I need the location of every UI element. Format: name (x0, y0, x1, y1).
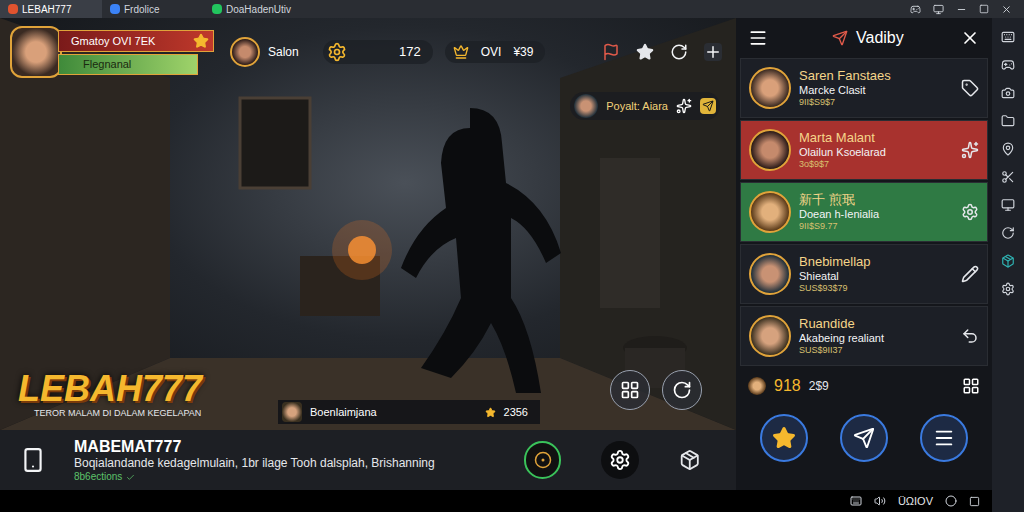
player-card[interactable]: Gmatoy OVI 7EKFlegnanal (10, 26, 214, 78)
volume-icon[interactable] (874, 495, 886, 507)
camera-icon[interactable] (1001, 86, 1015, 100)
door-icon[interactable] (20, 447, 46, 473)
favorite-icon[interactable] (636, 43, 654, 61)
item-action-icon[interactable] (961, 79, 979, 97)
add-icon[interactable] (704, 43, 722, 61)
rotate-icon (672, 380, 692, 400)
crown-counter: OVI¥39 (445, 41, 546, 63)
tab-icon (8, 4, 18, 14)
emulator-sidebar (992, 18, 1024, 512)
alley-scene-icon (0, 18, 736, 430)
item-avatar (749, 191, 791, 233)
coin-counter: 172 (323, 40, 433, 64)
check-icon (126, 473, 135, 482)
panel-item[interactable]: Marta MalantOlailun Ksoelarad3o$9$7 (740, 120, 988, 180)
refresh-icon[interactable] (670, 43, 688, 61)
tab-icon (212, 4, 222, 14)
send-button[interactable] (840, 414, 888, 462)
settings-icon[interactable] (1001, 282, 1015, 296)
game-area: Gmatoy OVI 7EKFlegnanal Salon 172 OVI¥39 Poy… (0, 18, 736, 490)
game-scene[interactable]: Gmatoy OVI 7EKFlegnanal Salon 172 OVI¥39 Poy… (0, 18, 736, 430)
minimize-icon[interactable] (956, 4, 967, 15)
gear-icon (609, 449, 631, 471)
maximize-icon[interactable] (979, 4, 989, 14)
item-avatar (749, 253, 791, 295)
sparkle-icon (676, 98, 692, 114)
action-button[interactable] (610, 370, 650, 410)
screen-icon[interactable] (1001, 198, 1015, 212)
rival-badge[interactable]: Salon (230, 37, 299, 67)
send-icon[interactable] (700, 98, 716, 114)
panel-item[interactable]: BnebimellapShieatalSUS$93$79 (740, 244, 988, 304)
plane-icon (853, 427, 875, 449)
coin-button[interactable] (524, 441, 561, 479)
rotate-icon[interactable] (1001, 226, 1015, 240)
panel-list: Saren FanstaesMarcke Clasit9II$S9$7Marta… (736, 58, 992, 366)
bottom-bar: MABEMAT777Boqialandande kedagelmulain, 1… (0, 430, 736, 490)
panel-item[interactable]: RuandideAkabeing realiantSUS$9II37 (740, 306, 988, 366)
item-action-icon[interactable] (961, 327, 979, 345)
star-button[interactable] (760, 414, 808, 462)
folder-icon[interactable] (1001, 114, 1015, 128)
item-action-icon[interactable] (961, 141, 979, 159)
tab[interactable]: Frdolice (102, 0, 204, 18)
status-bar: ÜΩIOV (0, 490, 992, 512)
item-action-icon[interactable] (961, 265, 979, 283)
keyboard-icon[interactable] (1001, 30, 1015, 44)
logo-icon (832, 30, 848, 46)
scissors-icon[interactable] (1001, 170, 1015, 184)
grid-icon[interactable] (962, 377, 980, 395)
game-logo: LEBAH777TEROR MALAM DI DALAM KEGELAPAN (18, 371, 202, 421)
rival-avatar (230, 37, 260, 67)
player-chip[interactable]: Boenlaimjana2356 (278, 400, 540, 424)
rank-star-icon (193, 33, 209, 49)
tab-bar: LEBAH777FrdoliceDoaHadenUtiv (0, 0, 1024, 18)
score-star-icon (485, 407, 496, 418)
panel-stats: 9182$9 (736, 366, 992, 406)
gear-button[interactable] (601, 441, 638, 479)
panel-item[interactable]: 新千 煎珉Doean h-Ienialia9II$S9.77 (740, 182, 988, 242)
notice-badge[interactable]: Poyalt: Aiara (570, 92, 720, 120)
emulator-window: LEBAH777FrdoliceDoaHadenUtivGmatoy OVI 7… (0, 0, 1024, 512)
item-avatar (749, 67, 791, 109)
item-avatar (749, 315, 791, 357)
skill-button[interactable] (662, 370, 702, 410)
apk-icon[interactable] (1001, 254, 1015, 268)
home-icon[interactable] (945, 495, 957, 507)
item-avatar (749, 129, 791, 171)
panel-item[interactable]: Saren FanstaesMarcke Clasit9II$S9$7 (740, 58, 988, 118)
list-button[interactable] (920, 414, 968, 462)
panel-header: Vadiby (736, 18, 992, 58)
flag-icon[interactable] (602, 43, 620, 61)
player-avatar (10, 26, 62, 78)
side-panel: VadibySaren FanstaesMarcke Clasit9II$S9$… (736, 18, 992, 490)
gamepad-icon[interactable] (910, 4, 921, 15)
target-icon (534, 451, 552, 469)
tab-icon (110, 4, 120, 14)
gamepad-icon[interactable] (1001, 58, 1015, 72)
close-icon[interactable] (960, 28, 980, 48)
top-hud: Gmatoy OVI 7EKFlegnanal Salon 172 OVI¥39 (10, 26, 726, 78)
list-icon (933, 427, 955, 449)
recent-icon[interactable] (969, 496, 980, 507)
monitor-icon[interactable] (933, 4, 944, 15)
close-icon[interactable] (1001, 4, 1012, 15)
tab[interactable]: LEBAH777 (0, 0, 102, 18)
box-icon[interactable] (679, 449, 701, 471)
keyboard-icon[interactable] (850, 495, 862, 507)
location-icon[interactable] (1001, 142, 1015, 156)
menu-icon[interactable] (748, 28, 768, 48)
star-icon (772, 426, 796, 450)
crown-icon (453, 44, 469, 60)
coin-icon (327, 42, 347, 62)
layout-icon (620, 380, 640, 400)
tab[interactable]: DoaHadenUtiv (204, 0, 306, 18)
item-action-icon[interactable] (961, 203, 979, 221)
